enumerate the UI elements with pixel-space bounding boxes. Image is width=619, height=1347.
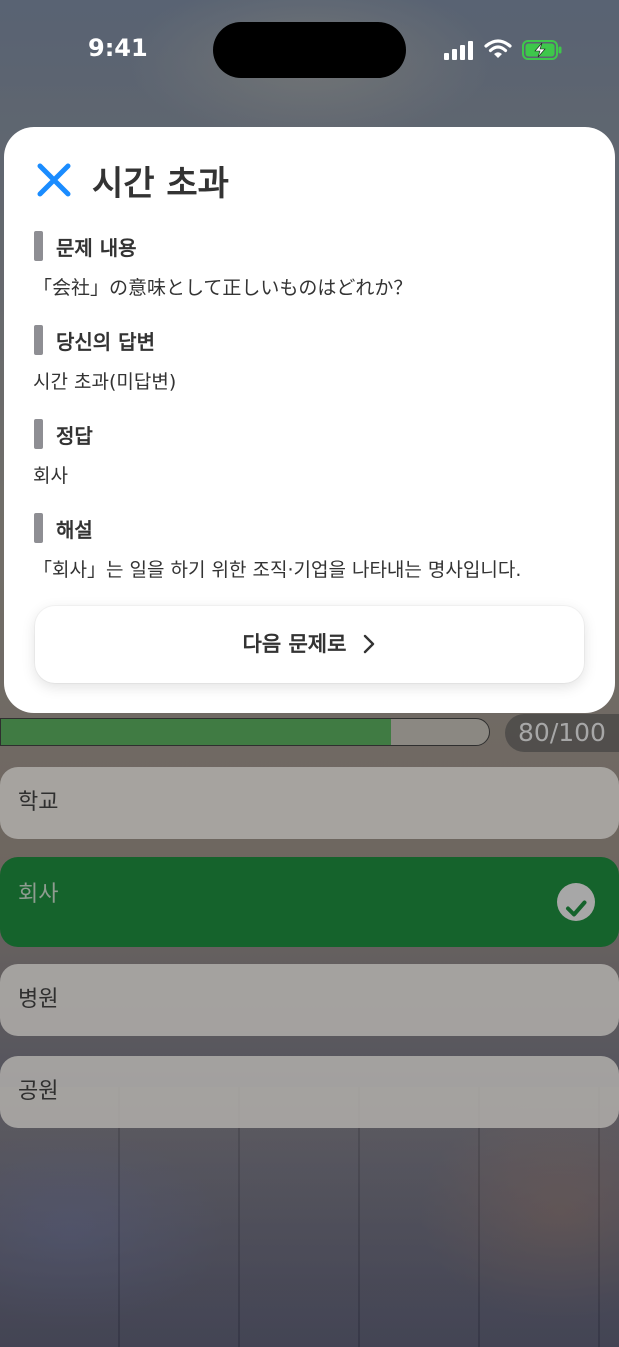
dynamic-island xyxy=(213,22,406,78)
section-marker xyxy=(34,325,43,355)
section-marker xyxy=(34,231,43,261)
battery-icon xyxy=(522,40,562,60)
status-time: 9:41 xyxy=(88,34,148,62)
signal-icon xyxy=(444,40,474,60)
section-label: 당신의 답변 xyxy=(56,330,155,354)
next-question-label: 다음 문제로 xyxy=(242,632,347,656)
explanation-text: 「회사」는 일을 하기 위한 조직·기업을 나타내는 명사입니다. xyxy=(33,559,522,581)
section-marker xyxy=(34,419,43,449)
modal-title: 시간 초과 xyxy=(92,164,229,204)
status-bar: 9:41 xyxy=(0,0,619,100)
question-text: 「会社」の意味として正しいものはどれか？ xyxy=(33,277,413,299)
chevron-right-icon xyxy=(362,609,376,654)
correct-answer-text: 회사 xyxy=(33,465,68,487)
your-answer-text: 시간 초과(미답변) xyxy=(33,371,177,393)
section-label: 문제 내용 xyxy=(56,236,137,260)
next-question-button[interactable]: 다음 문제로 xyxy=(35,606,584,683)
wifi-icon xyxy=(484,38,512,60)
section-marker xyxy=(34,513,43,543)
close-icon[interactable] xyxy=(34,160,74,200)
section-label: 정답 xyxy=(56,424,93,448)
section-label: 해설 xyxy=(56,518,93,542)
